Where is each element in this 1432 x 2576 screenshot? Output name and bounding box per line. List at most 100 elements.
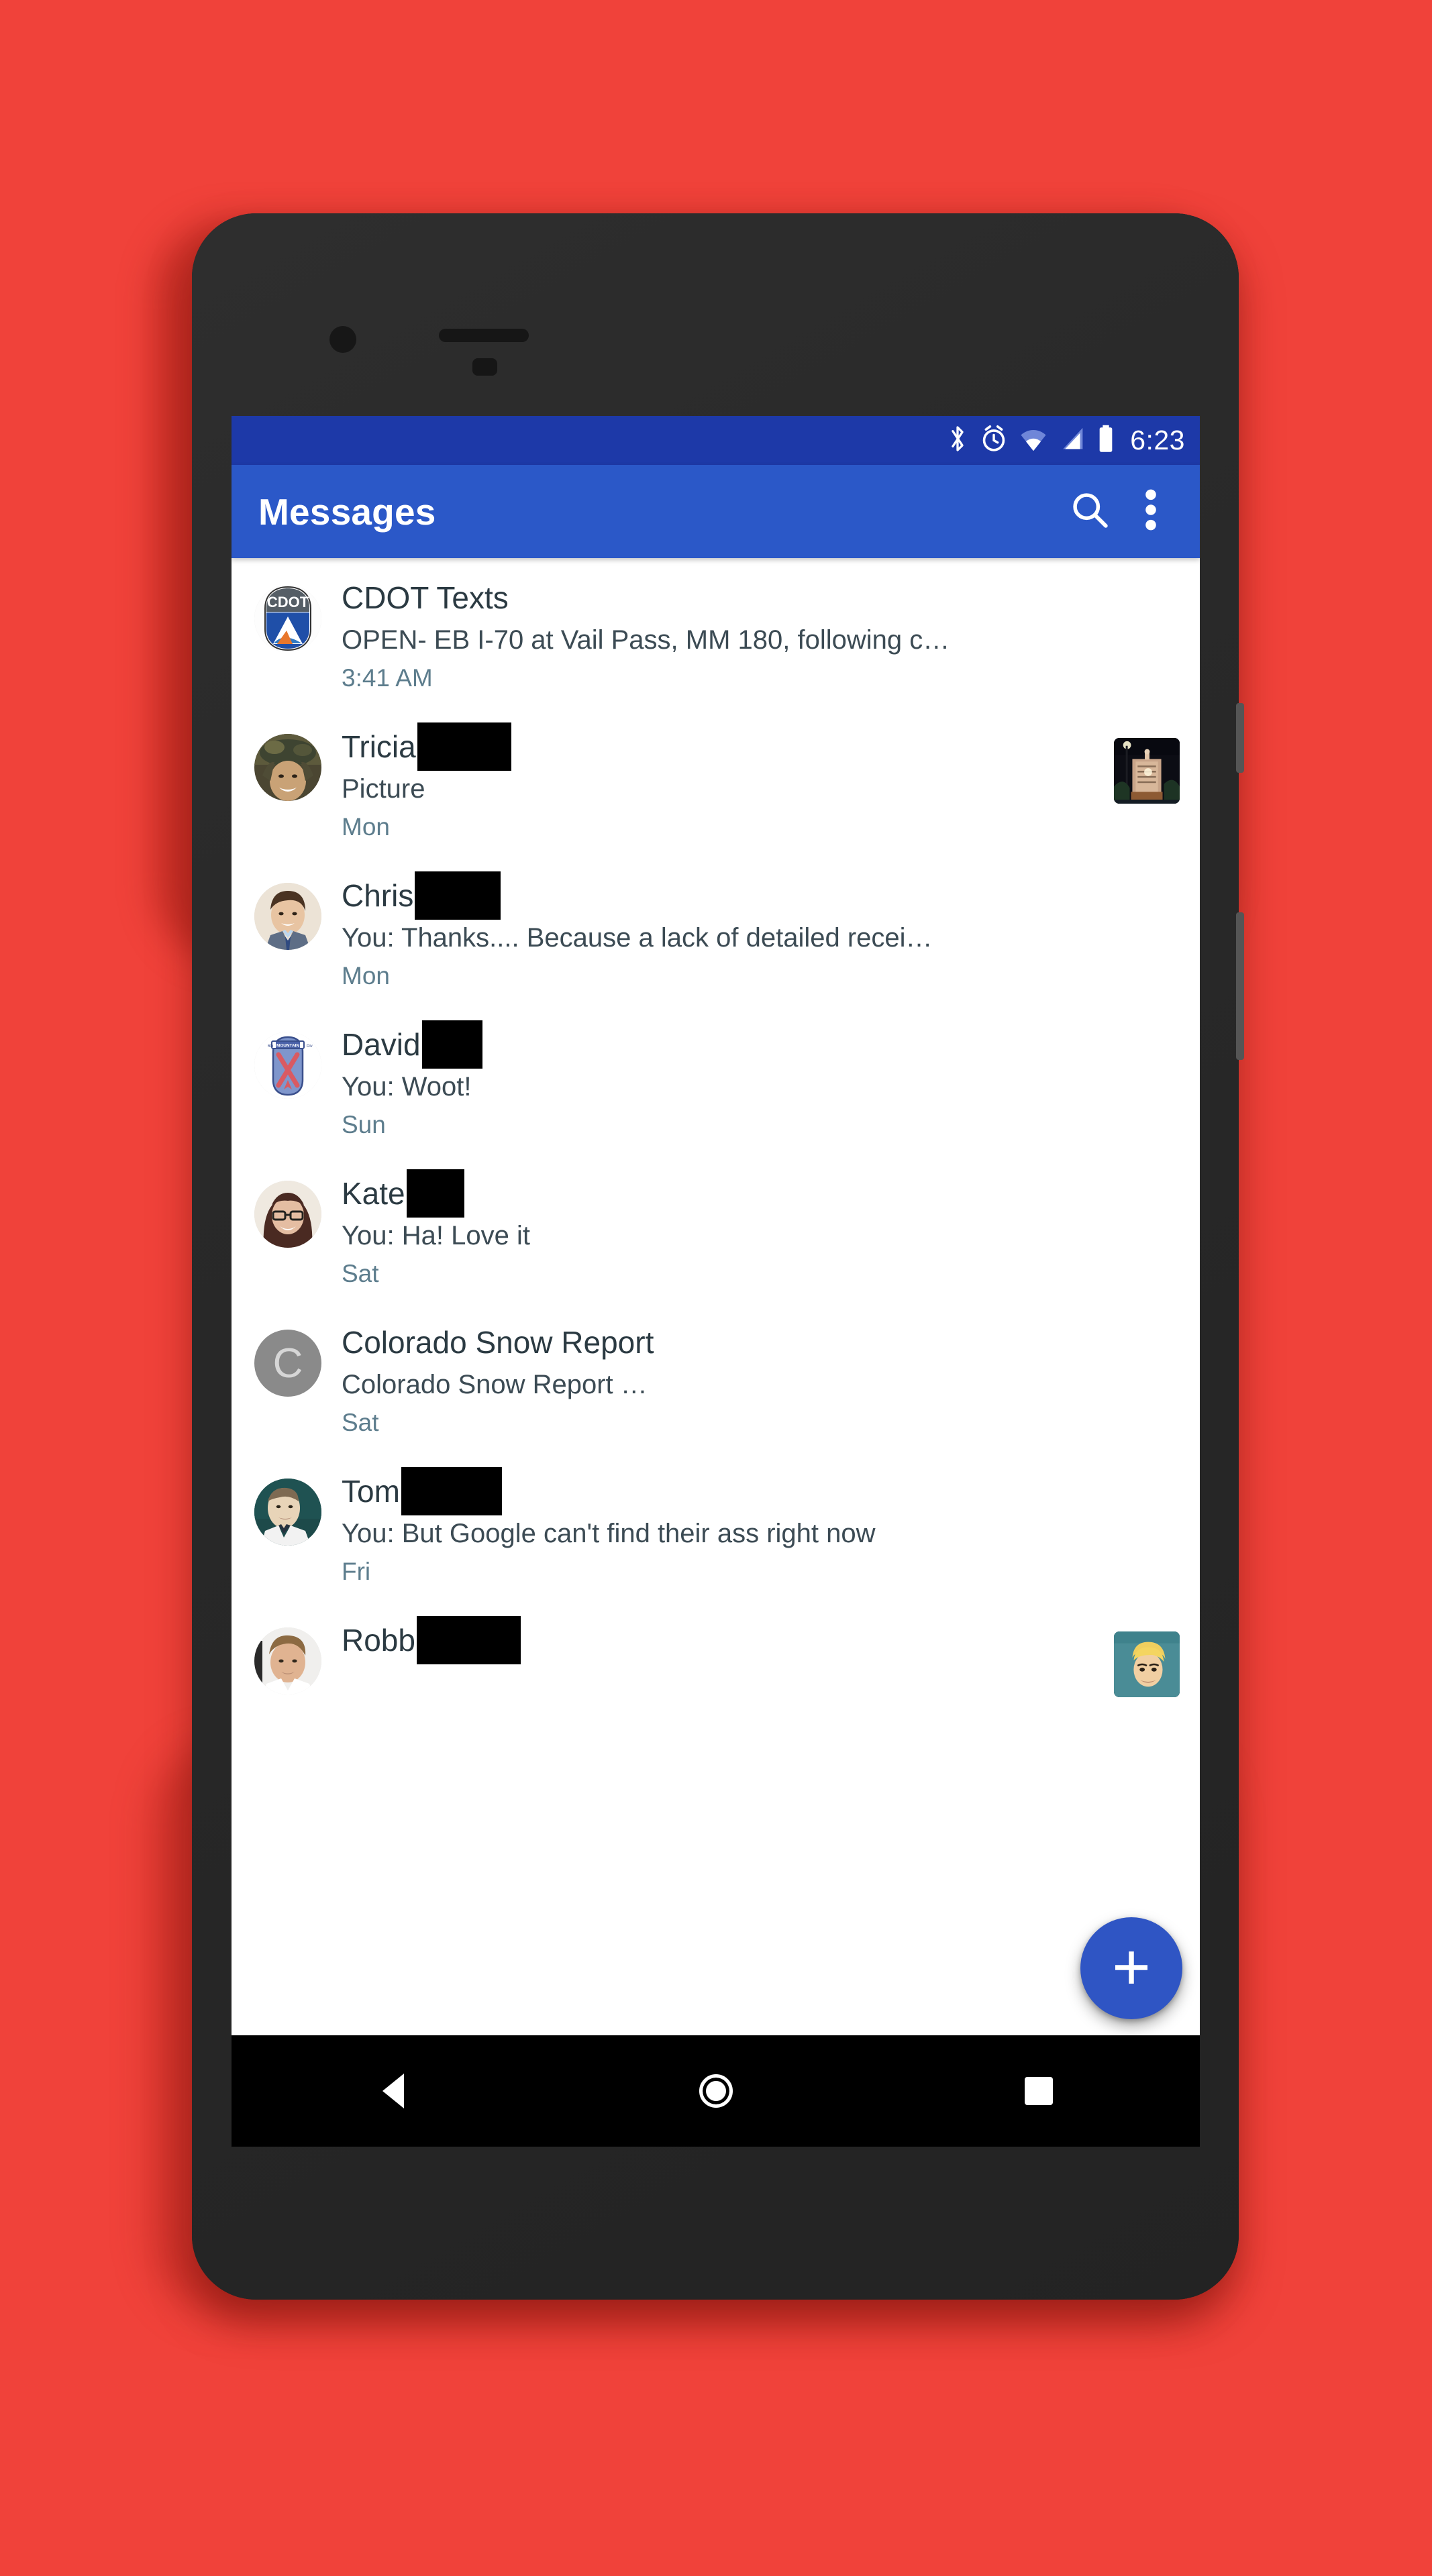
conversation-list[interactable]: CDOT CDOT Texts OPEN- EB I-70 at Vail Pa… — [232, 558, 1200, 2147]
conversation-text: CDOT Texts OPEN- EB I-70 at Vail Pass, M… — [342, 574, 1180, 692]
app-bar: Messages — [232, 465, 1200, 558]
page-title: Messages — [258, 490, 436, 533]
message-snippet: Picture — [342, 774, 425, 804]
conversation-name-line: Tricia — [342, 722, 1102, 771]
earpiece-speaker-grille — [439, 329, 529, 342]
redaction-block — [421, 1020, 482, 1069]
contact-photo-icon — [254, 734, 321, 801]
conversation-row[interactable]: Chris You: Thanks.... Because a lack of … — [232, 856, 1200, 1005]
message-snippet: You: Thanks.... Because a lack of detail… — [342, 923, 933, 953]
android-navigation-bar — [232, 2035, 1200, 2147]
conversation-text: David You: Woot! Sun — [342, 1020, 1180, 1139]
front-camera-icon — [329, 326, 356, 353]
avatar-initial: C — [254, 1330, 321, 1397]
phone-screen: 6:23 Messages CDOT CDOT Texts OPEN- EB I… — [232, 416, 1200, 2147]
battery-icon — [1096, 424, 1115, 457]
message-timestamp: 3:41 AM — [342, 664, 433, 692]
conversation-text: Colorado Snow Report Colorado Snow Repor… — [342, 1319, 1180, 1437]
contact-name: Kate — [342, 1175, 405, 1211]
message-snippet: Colorado Snow Report … — [342, 1370, 648, 1399]
attachment-preview-icon — [1114, 738, 1180, 804]
conversation-name-line: Colorado Snow Report — [342, 1323, 1180, 1362]
conversation-name-line: Robb — [342, 1616, 1102, 1664]
alarm-icon — [980, 424, 1008, 457]
mountain-division-patch-icon: MOUNTAIN 6th Div — [254, 1032, 321, 1099]
cell-signal-icon — [1059, 425, 1086, 456]
conversation-row[interactable]: MOUNTAIN 6th Div David You: Woot! Sun — [232, 1005, 1200, 1154]
message-timestamp: Sun — [342, 1111, 386, 1138]
search-icon — [1069, 489, 1111, 534]
plus-icon — [1110, 1946, 1153, 1991]
redaction-block — [415, 871, 501, 920]
conversation-name-line: CDOT Texts — [342, 578, 1180, 617]
home-circle-icon — [699, 2074, 733, 2108]
wifi-icon — [1019, 425, 1048, 456]
message-snippet: You: But Google can't find their ass rig… — [342, 1519, 876, 1548]
conversation-text: Tom You: But Google can't find their ass… — [342, 1467, 1180, 1586]
redaction-block — [401, 1467, 502, 1515]
conversation-name-line: Chris — [342, 871, 1180, 920]
proximity-sensor-icon — [472, 358, 497, 376]
compose-fab-button[interactable] — [1080, 1917, 1182, 2019]
message-snippet: You: Ha! Love it — [342, 1221, 530, 1250]
nav-home-button[interactable] — [656, 2035, 776, 2147]
avatar: CDOT — [254, 585, 321, 652]
message-timestamp: Fri — [342, 1558, 371, 1585]
contact-name: Colorado Snow Report — [342, 1324, 654, 1360]
contact-name: Tricia — [342, 729, 416, 764]
message-thumbnail[interactable] — [1114, 738, 1180, 804]
conversation-text: Robb — [342, 1616, 1102, 1676]
status-bar-clock: 6:23 — [1130, 425, 1185, 455]
message-timestamp: Sat — [342, 1409, 379, 1436]
contact-name: CDOT Texts — [342, 580, 509, 615]
search-button[interactable] — [1055, 477, 1125, 547]
redaction-block — [417, 722, 511, 771]
conversation-row[interactable]: Kate You: Ha! Love it Sat — [232, 1154, 1200, 1303]
message-timestamp: Mon — [342, 962, 390, 989]
conversation-text: Chris You: Thanks.... Because a lack of … — [342, 871, 1180, 990]
message-timestamp: Mon — [342, 813, 390, 841]
redaction-block — [406, 1169, 464, 1218]
conversation-text: Kate You: Ha! Love it Sat — [342, 1169, 1180, 1288]
conversation-row[interactable]: Tom You: But Google can't find their ass… — [232, 1452, 1200, 1601]
conversation-row[interactable]: Tricia Picture Mon — [232, 707, 1200, 856]
conversation-row[interactable]: C Colorado Snow Report Colorado Snow Rep… — [232, 1303, 1200, 1452]
message-snippet: You: Woot! — [342, 1072, 472, 1102]
overflow-menu-button[interactable] — [1125, 477, 1177, 547]
volume-rocker-button[interactable] — [1236, 912, 1244, 1060]
conversation-row[interactable]: CDOT CDOT Texts OPEN- EB I-70 at Vail Pa… — [232, 558, 1200, 707]
avatar — [254, 883, 321, 950]
contact-name: Chris — [342, 877, 414, 913]
conversation-row[interactable]: Robb — [232, 1601, 1200, 1747]
contact-name: Robb — [342, 1622, 415, 1658]
avatar — [254, 1627, 321, 1695]
conversation-text: Tricia Picture Mon — [342, 722, 1102, 841]
cdot-logo-icon: CDOT — [254, 585, 321, 652]
message-snippet: OPEN- EB I-70 at Vail Pass, MM 180, foll… — [342, 625, 950, 655]
status-bar: 6:23 — [232, 416, 1200, 465]
avatar: MOUNTAIN 6th Div — [254, 1032, 321, 1099]
conversation-name-line: Kate — [342, 1169, 1180, 1218]
svg-text:6th: 6th — [268, 1044, 273, 1049]
contact-photo-icon — [254, 883, 321, 950]
contact-name: David — [342, 1026, 421, 1062]
message-timestamp: Sat — [342, 1260, 379, 1287]
attachment-preview-icon — [1114, 1631, 1180, 1697]
contact-name: Tom — [342, 1473, 400, 1509]
avatar — [254, 1479, 321, 1546]
redaction-block — [416, 1616, 521, 1664]
svg-text:CDOT: CDOT — [267, 594, 309, 610]
message-thumbnail[interactable] — [1114, 1631, 1180, 1697]
contact-photo-icon — [254, 1479, 321, 1546]
conversation-name-line: David — [342, 1020, 1180, 1069]
nav-back-button[interactable] — [333, 2035, 454, 2147]
contact-photo-icon — [254, 1627, 321, 1695]
more-vertical-icon — [1144, 488, 1158, 535]
bluetooth-icon — [946, 424, 969, 457]
recents-square-icon — [1024, 2077, 1053, 2105]
contact-photo-icon — [254, 1181, 321, 1248]
avatar — [254, 734, 321, 801]
avatar — [254, 1181, 321, 1248]
nav-recents-button[interactable] — [978, 2035, 1099, 2147]
power-button[interactable] — [1236, 703, 1244, 773]
